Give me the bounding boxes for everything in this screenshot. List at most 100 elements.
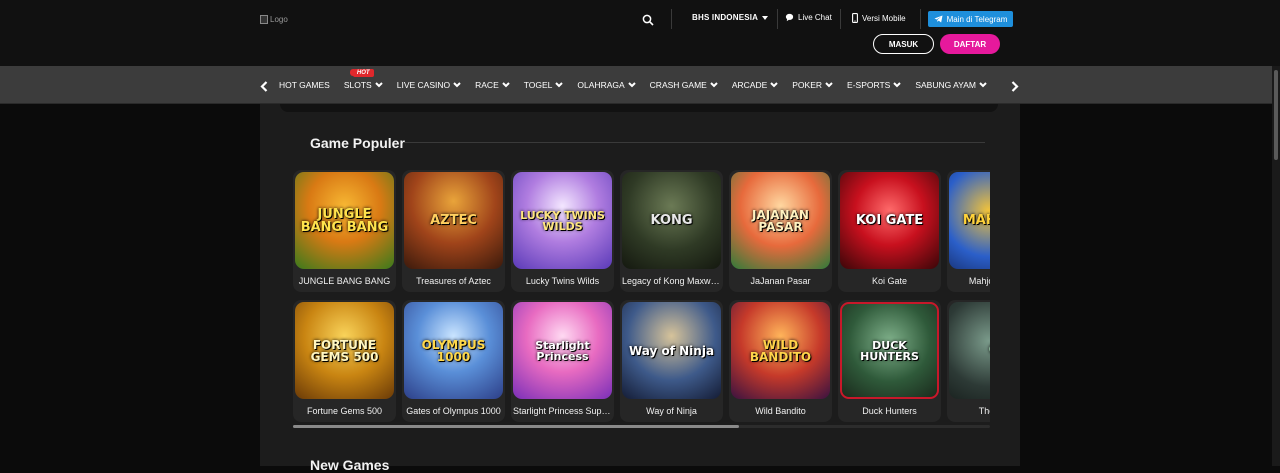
- game-thumbnail: JUNGLE BANG BANG: [295, 172, 394, 269]
- mobile-version-label: Versi Mobile: [862, 13, 906, 23]
- nav-item-label: HOT GAMES: [279, 80, 330, 90]
- telegram-icon: [934, 15, 943, 23]
- game-thumbnail: KOI GATE: [840, 172, 939, 269]
- game-thumb-text: DUCK HUNTERS: [860, 338, 919, 363]
- carousel-scrollbar-thumb[interactable]: [293, 425, 740, 428]
- game-thumb-text: AZTEC: [430, 213, 477, 228]
- nav-item-label: POKER: [792, 80, 823, 90]
- nav-item-live-casino[interactable]: LIVE CASINO: [397, 80, 461, 90]
- nav-item-hot-games[interactable]: HOT GAMES: [279, 80, 330, 90]
- game-thumb-text: LUCKY TWINS WILDS: [520, 208, 605, 233]
- game-thumbnail: CR: [949, 302, 990, 399]
- game-card-jajanan-pasar[interactable]: JAJANAN PASAR JaJanan Pasar: [729, 170, 832, 292]
- game-thumbnail: LUCKY TWINS WILDS: [513, 172, 612, 269]
- game-card-jungle-bang-bang[interactable]: JUNGLE BANG BANG JUNGLE BANG BANG: [293, 170, 396, 292]
- chevron-down-icon: [453, 82, 461, 88]
- telegram-button[interactable]: Main di Telegram: [928, 11, 1013, 27]
- nav-item-label: RACE: [475, 80, 499, 90]
- game-card-way-of-ninja[interactable]: Way of Ninja Way of Ninja: [620, 300, 723, 422]
- page-scrollbar-thumb[interactable]: [1274, 70, 1278, 160]
- chevron-right-icon: [1011, 81, 1019, 92]
- chevron-down-icon: [375, 82, 383, 88]
- game-name: Lucky Twins Wilds: [525, 276, 600, 286]
- popular-games-carousel[interactable]: JUNGLE BANG BANG JUNGLE BANG BANG AZTEC …: [293, 170, 990, 422]
- header-divider: [777, 9, 778, 29]
- game-thumb-text: WILD BANDITO: [749, 337, 812, 364]
- game-card-the-crypt[interactable]: CR The Crypt: [947, 300, 990, 422]
- game-card-gates-of-olympus-1000[interactable]: OLYMPUS 1000 Gates of Olympus 1000: [402, 300, 505, 422]
- nav-next-button[interactable]: [1011, 79, 1021, 92]
- nav-item-sabung-ayam[interactable]: SABUNG AYAM: [915, 80, 987, 90]
- game-card-koi-gate[interactable]: KOI GATE Koi Gate: [838, 170, 941, 292]
- game-thumbnail: Way of Ninja: [622, 302, 721, 399]
- login-button[interactable]: MASUK: [873, 34, 934, 54]
- game-thumb-text: CR: [985, 344, 990, 357]
- game-card-legacy-of-kong[interactable]: KONG Legacy of Kong Maxways: [620, 170, 723, 292]
- nav-prev-button[interactable]: [260, 79, 270, 92]
- site-logo[interactable]: Logo: [260, 15, 288, 24]
- nav-item-poker[interactable]: POKER: [792, 80, 833, 90]
- game-card-fortune-gems-500[interactable]: FORTUNE GEMS 500 Fortune Gems 500: [293, 300, 396, 422]
- chevron-down-icon: [502, 82, 510, 88]
- game-thumbnail: AZTEC: [404, 172, 503, 269]
- game-name: Duck Hunters: [862, 406, 917, 416]
- game-name: Fortune Gems 500: [306, 406, 383, 416]
- game-card-starlight-princess[interactable]: Starlight Princess Starlight Princess Su…: [511, 300, 614, 422]
- main-content: Game Populer JUNGLE BANG BANG JUNGLE BAN…: [260, 104, 1020, 473]
- chevron-left-icon: [260, 81, 268, 92]
- mobile-phone-icon: [852, 13, 858, 23]
- game-card-mahjong-ways[interactable]: MAHJONG Mahjong Ways: [947, 170, 990, 292]
- game-card-duck-hunters[interactable]: DUCK HUNTERS Duck Hunters: [838, 300, 941, 422]
- nav-item-label: SABUNG AYAM: [915, 80, 976, 90]
- game-thumb-text: KOI GATE: [855, 213, 924, 228]
- game-name: Way of Ninja: [646, 406, 697, 416]
- header-divider: [840, 9, 841, 29]
- language-label: BHS INDONESIA: [692, 13, 759, 22]
- game-thumb-text: KONG: [650, 213, 693, 228]
- hot-badge: HOT: [349, 69, 374, 77]
- game-card-wild-bandito[interactable]: WILD BANDITO Wild Bandito: [729, 300, 832, 422]
- section-divider: [403, 142, 985, 143]
- game-thumbnail: JAJANAN PASAR: [731, 172, 830, 269]
- caret-down-icon: [762, 15, 769, 20]
- game-thumbnail: MAHJONG: [949, 172, 990, 269]
- nav-overflow-mask: [1000, 66, 1260, 103]
- game-name: Wild Bandito: [755, 406, 806, 416]
- nav-item-arcade[interactable]: ARCADE: [732, 80, 778, 90]
- chevron-down-icon: [627, 82, 636, 88]
- nav-item-label: TOGEL: [523, 80, 553, 90]
- register-button[interactable]: DAFTAR: [940, 34, 1000, 54]
- game-name: The Crypt: [978, 406, 990, 416]
- nav-item-race[interactable]: RACE: [475, 80, 510, 90]
- nav-item-label: CRASH GAME: [649, 80, 707, 90]
- nav-item-slots[interactable]: HOT SLOTS: [344, 69, 383, 90]
- carousel-scrollbar[interactable]: [293, 425, 990, 428]
- game-thumb-text: JUNGLE BANG BANG: [300, 206, 389, 235]
- game-thumbnail: Starlight Princess: [513, 302, 612, 399]
- nav-item-olahraga[interactable]: OLAHRAGA: [577, 80, 636, 90]
- nav-item-label: OLAHRAGA: [577, 80, 625, 90]
- game-card-lucky-twins-wilds[interactable]: LUCKY TWINS WILDS Lucky Twins Wilds: [511, 170, 614, 292]
- nav-item-togel[interactable]: TOGEL: [524, 80, 564, 90]
- chevron-down-icon: [555, 82, 564, 88]
- live-chat-label: Live Chat: [798, 13, 832, 22]
- logo-alt-text: Logo: [270, 15, 288, 24]
- game-thumb-text: JAJANAN PASAR: [752, 207, 809, 234]
- nav-item-label: LIVE CASINO: [396, 80, 451, 90]
- game-card-treasures-of-aztec[interactable]: AZTEC Treasures of Aztec: [402, 170, 505, 292]
- mobile-version-link[interactable]: Versi Mobile: [852, 13, 906, 23]
- game-name: Treasures of Aztec: [416, 276, 491, 286]
- game-name: Koi Gate: [871, 276, 908, 286]
- chevron-down-icon: [893, 82, 902, 88]
- game-thumbnail: WILD BANDITO: [731, 302, 830, 399]
- live-chat-link[interactable]: Live Chat: [785, 13, 832, 22]
- chevron-down-icon: [710, 82, 718, 88]
- game-thumbnail: DUCK HUNTERS: [840, 302, 939, 399]
- search-button[interactable]: [642, 13, 658, 29]
- game-name: Mahjong Ways: [968, 276, 990, 286]
- game-thumb-text: Starlight Princess: [535, 338, 590, 363]
- nav-item-crash-game[interactable]: CRASH GAME: [650, 80, 718, 90]
- language-selector[interactable]: BHS INDONESIA: [692, 13, 769, 22]
- game-name: Legacy of Kong Maxways: [622, 276, 721, 286]
- nav-item-e-sports[interactable]: E-SPORTS: [847, 80, 902, 90]
